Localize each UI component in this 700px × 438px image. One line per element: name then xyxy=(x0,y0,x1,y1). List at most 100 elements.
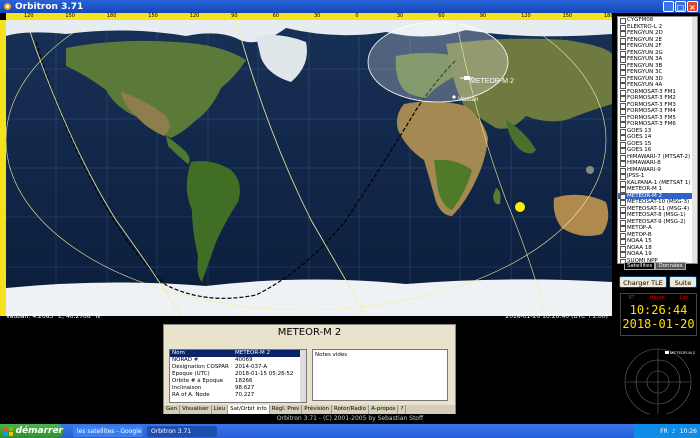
satellite-name: FENGYUN 2D xyxy=(627,30,663,36)
satellite-name: FORMOSAT-3 FM3 xyxy=(627,101,676,108)
satellite-name: GOES 14 xyxy=(627,134,652,140)
satellite-name: METEOSAT-9 (MSG-2) xyxy=(627,218,686,225)
table-key: NORAD # xyxy=(172,357,199,363)
satellite-list-scrollbar[interactable] xyxy=(692,17,697,263)
title-bar: Orbitron 3.71 _ □ × xyxy=(0,0,700,13)
satellite-name: FORMOSAT-3 FM2 xyxy=(627,95,676,101)
panel-tab[interactable]: Visualiser xyxy=(180,405,212,414)
window-title: Orbitron 3.71 xyxy=(15,1,84,12)
longitude-tick-label: 120 xyxy=(521,13,531,19)
satellite-name: METEOSAT-11 (MSG-4) xyxy=(627,205,690,212)
panel-tab[interactable]: Gen xyxy=(164,405,181,414)
tray-language[interactable]: FR xyxy=(660,428,668,435)
table-row[interactable]: Orbite # à Epoque 18266 xyxy=(170,378,306,385)
clock-label-rt[interactable]: RT xyxy=(629,295,635,301)
longitude-scale: 120 150 180 150 120 90 60 30 0 30 60 90 120 150 180 xyxy=(6,13,614,20)
satellite-name: HIMAWARI-9 xyxy=(627,166,661,173)
table-row[interactable]: Epoque (UTC) 2018-01-15 05:26:52 xyxy=(170,371,306,378)
clock-label-local[interactable]: Loc xyxy=(680,295,689,301)
panel-tab[interactable]: ? xyxy=(398,405,407,414)
satellite-name: FENGYUN 3C xyxy=(627,69,663,75)
close-button[interactable]: × xyxy=(687,1,698,12)
next-button[interactable]: Suite xyxy=(669,276,697,288)
clock-date: 2018-01-20 xyxy=(622,317,695,331)
satellite-list[interactable]: CYGFM08 ELEKTRO-L 2 FENGYUN 2D FENGYUN 2E FE… xyxy=(617,16,698,264)
radar-satellite-label: METEOR-M 2 xyxy=(670,350,696,355)
longitude-tick-label: 90 xyxy=(479,13,487,19)
taskbar: démarrer les satellites - Google ... Orb… xyxy=(0,424,700,438)
satellite-name: ELEKTRO-L 2 xyxy=(627,23,663,30)
table-row[interactable]: Nom METEOR-M 2 xyxy=(170,350,306,357)
table-value: 70.227 xyxy=(235,392,255,398)
satellite-name: HIMAWARI-8 xyxy=(627,160,661,166)
panel-tab[interactable]: Régl. Prev xyxy=(270,405,303,414)
panel-tab[interactable]: Lieu xyxy=(212,405,229,414)
observer-location-readout: Vauban: 4.2083° E, 46.2708° N xyxy=(6,313,101,320)
maximize-button[interactable]: □ xyxy=(675,1,686,12)
list-tab[interactable]: Satellites xyxy=(624,262,656,270)
panel-tab[interactable]: Sat/Orbit info xyxy=(228,405,270,414)
table-key: Orbite # à Epoque xyxy=(172,378,224,384)
datetime-readout: 2018-01-20 10:26:40 (UTC +1:00) xyxy=(505,313,608,320)
load-tle-button[interactable]: Charger TLE xyxy=(619,276,667,288)
list-tab[interactable]: Données xyxy=(655,262,686,270)
satellite-name: FORMOSAT-3 FM1 xyxy=(627,88,676,95)
radar-satellite-icon xyxy=(665,351,669,354)
table-row[interactable]: Désignation COSPAR 2014-037-A xyxy=(170,364,306,371)
satellite-name: METEOSAT-8 (MSG-1) xyxy=(627,212,686,218)
world-map-area[interactable]: 120 150 180 150 120 90 60 30 0 30 60 90 120 150 180 xyxy=(0,13,614,316)
satellite-name: FENGYUN 3B xyxy=(627,62,663,69)
longitude-tick-label: 180 xyxy=(604,13,614,19)
observer-marker xyxy=(452,95,456,99)
copyright-bar: Orbitron 3.71 - (C) 2001-2005 by Sebasti… xyxy=(0,414,700,424)
satellite-name: KALPANA-1 (METSAT 1) xyxy=(627,179,691,186)
longitude-tick-label: 120 xyxy=(24,13,34,19)
start-label: démarrer xyxy=(15,426,63,436)
satellite-name: METEOR-M 2 xyxy=(627,192,662,199)
satellite-name: FENGYUN 2G xyxy=(627,49,663,56)
longitude-tick-label: 60 xyxy=(272,13,279,19)
table-row[interactable]: NORAD # 40069 xyxy=(170,357,306,364)
clock-display: RT Heure Loc 10:26:44 2018-01-20 xyxy=(620,293,697,336)
longitude-tick-label: 150 xyxy=(65,13,75,19)
clock-time: 10:26:44 xyxy=(629,303,688,317)
clock-label-hour[interactable]: Heure xyxy=(650,295,665,301)
satellite-name: GOES 13 xyxy=(627,127,652,134)
table-key: Inclinaison xyxy=(172,385,202,391)
table-value: 2018-01-15 05:26:52 xyxy=(235,371,294,377)
satellite-name: METEOR-M 1 xyxy=(627,186,662,192)
speaker-icon[interactable]: ♪ xyxy=(672,428,676,435)
table-scrollbar[interactable] xyxy=(300,350,306,402)
satellite-map-label: METEOR-M 2 xyxy=(470,78,514,85)
table-row[interactable]: Inclinaison 98.627 xyxy=(170,385,306,392)
satellite-name: METOP-B xyxy=(627,231,652,238)
sky-radar: METEOR-M 2 xyxy=(624,348,696,416)
minimize-button[interactable]: _ xyxy=(663,1,674,12)
satellite-name: NOAA 18 xyxy=(627,244,652,251)
longitude-tick-label: 30 xyxy=(314,13,321,19)
satellite-name: NOAA 15 xyxy=(627,238,652,244)
notes-field[interactable]: Notes vides xyxy=(312,349,448,401)
orbitron-app-icon xyxy=(3,2,12,11)
panel-tabs: Gen Visualiser Lieu Sat/Orbit info Régl. Pre… xyxy=(164,405,455,414)
orbit-info-table[interactable]: Nom METEOR-M 2 NORAD #40069 Désignation COS… xyxy=(169,349,307,403)
panel-title: METEOR-M 2 xyxy=(277,327,342,338)
satellite-name: NOAA 19 xyxy=(627,251,652,257)
task-browser[interactable]: les satellites - Google ... xyxy=(73,425,143,437)
satellite-name: FENGYUN 2E xyxy=(627,36,662,43)
windows-logo-icon xyxy=(4,426,13,436)
table-row[interactable]: RA of A. Node 70.227 xyxy=(170,392,306,399)
table-key: RA of A. Node xyxy=(172,392,210,398)
start-button[interactable]: démarrer xyxy=(0,424,63,438)
moon-icon xyxy=(586,166,594,174)
satellite-name: FORMOSAT-3 FM5 xyxy=(627,114,676,121)
satellite-name: FENGYUN 2F xyxy=(627,43,662,49)
panel-tab[interactable]: Prévision xyxy=(302,405,333,414)
panel-tab[interactable]: A-propos xyxy=(369,405,399,414)
table-value: 2014-037-A xyxy=(235,364,268,370)
panel-tab[interactable]: Rotor/Radio xyxy=(332,405,370,414)
satellite-name: HIMAWARI-7 (MTSAT-2) xyxy=(627,153,691,160)
task-orbitron[interactable]: Orbitron 3.71 xyxy=(147,425,217,437)
world-map[interactable]: METEOR-M 2 Vauban xyxy=(6,20,612,316)
satellite-name: FORMOSAT-3 FM4 xyxy=(627,108,676,114)
